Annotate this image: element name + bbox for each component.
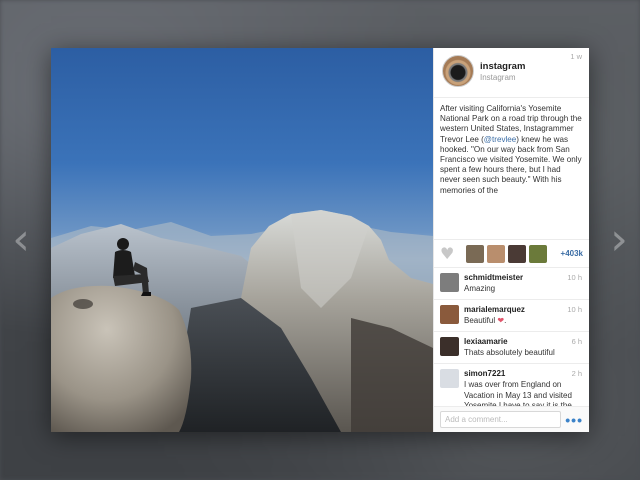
post-subtitle: Instagram — [480, 73, 516, 82]
comment-username[interactable]: lexiaamarie — [464, 337, 583, 346]
comment-timestamp: 6 h — [571, 337, 582, 346]
more-options-icon[interactable]: ••• — [561, 413, 583, 427]
comment-timestamp: 2 h — [571, 369, 582, 378]
comment-timestamp: 10 h — [567, 273, 582, 282]
commenter-avatar[interactable] — [440, 273, 459, 292]
post-timestamp: 1 w — [570, 52, 582, 61]
liker-avatar[interactable] — [508, 244, 526, 263]
comment-text-trail: . — [504, 316, 507, 325]
chevron-right-icon[interactable]: › — [604, 218, 634, 262]
comment-item: lexiaamarie 6 h Thats absolutely beautif… — [434, 332, 589, 364]
comment-text: Beautiful ❤. — [464, 316, 583, 327]
likes-bar: ♥ +403k — [434, 240, 589, 268]
liker-avatar[interactable] — [529, 244, 547, 263]
avatar[interactable] — [442, 55, 474, 87]
post-sidebar: instagram Instagram 1 w After visiting C… — [433, 48, 589, 432]
liker-avatar[interactable] — [466, 244, 484, 263]
chevron-left-icon[interactable]: ‹ — [6, 218, 36, 262]
comment-text: I was over from England on Vacation in M… — [464, 380, 572, 406]
comment-username[interactable]: simon7221 — [464, 369, 583, 378]
post-photo — [51, 48, 433, 432]
comment-item: marialemarquez 10 h Beautiful ❤. — [434, 300, 589, 332]
liker-avatar[interactable] — [487, 244, 505, 263]
post-header: instagram Instagram 1 w — [434, 48, 589, 98]
post-username[interactable]: instagram — [480, 61, 525, 72]
comment-text: Amazing — [464, 284, 496, 293]
comment-username[interactable]: marialemarquez — [464, 305, 583, 314]
caption-mention-link[interactable]: @trevlee — [484, 135, 517, 144]
heart-icon[interactable]: ♥ — [440, 245, 458, 262]
comment-footer: ••• — [434, 406, 589, 432]
commenter-avatar[interactable] — [440, 305, 459, 324]
comment-timestamp: 10 h — [567, 305, 582, 314]
comment-list: schmidtmeister 10 h Amazing marialemarqu… — [434, 268, 589, 406]
comment-item: schmidtmeister 10 h Amazing — [434, 268, 589, 300]
like-count[interactable]: +403k — [561, 249, 583, 258]
post-modal: instagram Instagram 1 w After visiting C… — [51, 48, 589, 432]
post-caption: After visiting California's Yosemite Nat… — [434, 98, 589, 240]
comment-text-body: Beautiful — [464, 316, 498, 325]
commenter-avatar[interactable] — [440, 369, 459, 388]
comment-item: simon7221 2 h I was over from England on… — [434, 364, 589, 406]
comment-input[interactable] — [440, 411, 561, 428]
yosemite-landscape-image — [51, 210, 433, 432]
comment-username[interactable]: schmidtmeister — [464, 273, 583, 282]
commenter-avatar[interactable] — [440, 337, 459, 356]
comment-text: Thats absolutely beautiful — [464, 348, 555, 357]
